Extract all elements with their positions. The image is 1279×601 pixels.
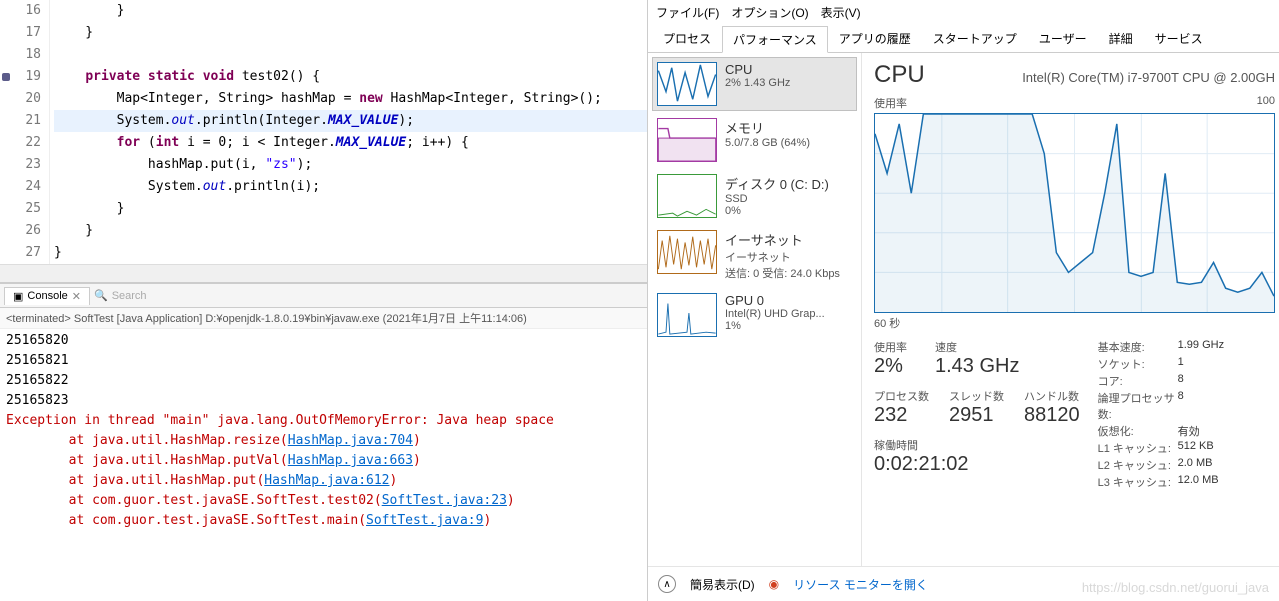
resource-monitor-icon: ◉ [769,577,779,591]
sidebar-item-3[interactable]: イーサネットイーサネット送信: 0 受信: 24.0 Kbps [652,225,857,286]
tab-0[interactable]: プロセス [652,25,722,52]
sidebar-item-1[interactable]: メモリ5.0/7.8 GB (64%) [652,113,857,167]
tab-3[interactable]: スタートアップ [922,25,1028,52]
console-icon: ▣ [13,290,23,303]
search-icon: 🔍 [94,289,108,302]
menu-item[interactable]: ファイル(F) [656,4,719,21]
menu-bar: ファイル(F) オプション(O) 表示(V) [648,0,1279,25]
cpu-usage-chart[interactable] [874,113,1275,313]
search-placeholder: Search [112,290,147,302]
task-manager-footer: ∧ 簡易表示(D) ◉ リソース モニターを開く [648,566,1279,601]
cpu-details: 基本速度:1.99 GHzソケット:1コア:8論理プロセッサ数:8仮想化:有効L… [1098,339,1224,490]
code-area[interactable]: } } private static void test02() { Map<I… [50,0,647,264]
menu-item[interactable]: オプション(O) [731,4,808,21]
console-tabbar: ▣ Console ✕ 🔍 Search [0,284,647,308]
editor-scrollbar[interactable] [0,264,647,282]
sidebar-item-0[interactable]: CPU2% 1.43 GHz [652,57,857,111]
chart-y-label: 使用率 [874,95,907,111]
sidebar-item-2[interactable]: ディスク 0 (C: D:)SSD0% [652,169,857,223]
cpu-model: Intel(R) Core(TM) i7-9700T CPU @ 2.00GH [1022,70,1275,85]
code-editor[interactable]: 161718192021222324252627 } } private sta… [0,0,647,264]
cpu-title: CPU [874,61,925,89]
close-icon[interactable]: ✕ [72,290,81,303]
eclipse-window: 161718192021222324252627 } } private sta… [0,0,648,601]
tab-2[interactable]: アプリの履歴 [828,25,922,52]
line-gutter: 161718192021222324252627 [0,0,50,264]
menu-item[interactable]: 表示(V) [821,4,861,21]
tab-1[interactable]: パフォーマンス [722,26,828,53]
console-tab-label: Console [27,290,67,302]
tab-6[interactable]: サービス [1144,25,1214,52]
task-manager-window: ファイル(F) オプション(O) 表示(V) プロセスパフォーマンスアプリの履歴スタ… [648,0,1279,601]
chart-x-label: 60 秒 [874,315,1275,331]
search-box[interactable]: 🔍 Search [94,289,147,302]
console-output[interactable]: 25165820251658212516582225165823Exceptio… [0,329,647,601]
tab-bar: プロセスパフォーマンスアプリの履歴スタートアップユーザー詳細サービス [648,25,1279,53]
performance-main: CPU Intel(R) Core(TM) i7-9700T CPU @ 2.0… [862,53,1279,566]
console-tab[interactable]: ▣ Console ✕ [4,287,90,305]
resource-monitor-link[interactable]: リソース モニターを開く [793,576,928,593]
performance-sidebar: CPU2% 1.43 GHz メモリ5.0/7.8 GB (64%) ディスク … [648,53,862,566]
chart-y-max: 100 [1257,95,1275,111]
tab-4[interactable]: ユーザー [1028,25,1098,52]
simple-view-button[interactable]: 簡易表示(D) [690,576,755,593]
console-panel: ▣ Console ✕ 🔍 Search <terminated> SoftTe… [0,282,647,601]
sidebar-item-4[interactable]: GPU 0Intel(R) UHD Grap...1% [652,288,857,342]
tab-5[interactable]: 詳細 [1098,25,1144,52]
chevron-up-icon[interactable]: ∧ [658,575,676,593]
console-status: <terminated> SoftTest [Java Application]… [0,308,647,329]
